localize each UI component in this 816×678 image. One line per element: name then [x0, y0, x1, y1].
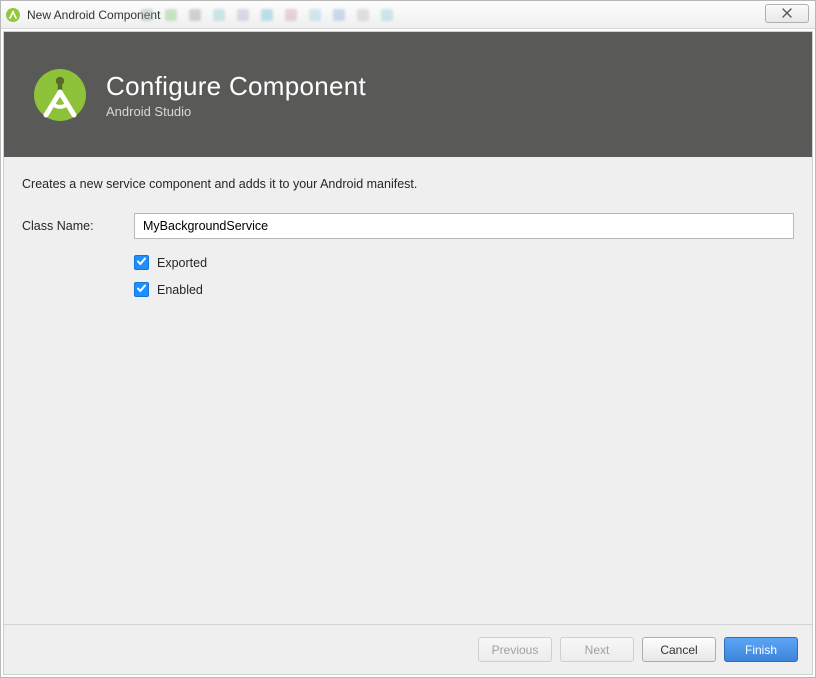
previous-button[interactable]: Previous: [478, 637, 552, 662]
exported-checkbox[interactable]: [134, 255, 149, 270]
footer: Previous Next Cancel Finish: [4, 624, 812, 674]
class-name-input[interactable]: [134, 213, 794, 239]
next-button[interactable]: Next: [560, 637, 634, 662]
form-description: Creates a new service component and adds…: [22, 177, 794, 191]
enabled-label: Enabled: [157, 283, 203, 297]
header-text: Configure Component Android Studio: [106, 71, 366, 119]
dialog-body: Configure Component Android Studio Creat…: [3, 31, 813, 675]
checkmark-icon: [136, 281, 147, 299]
exported-row: Exported: [134, 255, 794, 270]
finish-button[interactable]: Finish: [724, 637, 798, 662]
form-area: Creates a new service component and adds…: [4, 157, 812, 624]
dialog-window: New Android Component: [0, 0, 816, 678]
header-title: Configure Component: [106, 71, 366, 102]
android-studio-icon: [5, 7, 21, 23]
enabled-checkbox[interactable]: [134, 282, 149, 297]
background-toolbar-blur: [141, 7, 745, 23]
close-button[interactable]: [765, 4, 809, 23]
cancel-button[interactable]: Cancel: [642, 637, 716, 662]
header-bar: Configure Component Android Studio: [4, 32, 812, 157]
titlebar: New Android Component: [1, 1, 815, 29]
enabled-row: Enabled: [134, 282, 794, 297]
header-subtitle: Android Studio: [106, 104, 366, 119]
checkmark-icon: [136, 254, 147, 272]
exported-label: Exported: [157, 256, 207, 270]
close-icon: [782, 5, 792, 23]
class-name-row: Class Name:: [22, 213, 794, 239]
android-studio-logo-icon: [32, 67, 88, 123]
class-name-label: Class Name:: [22, 219, 134, 233]
